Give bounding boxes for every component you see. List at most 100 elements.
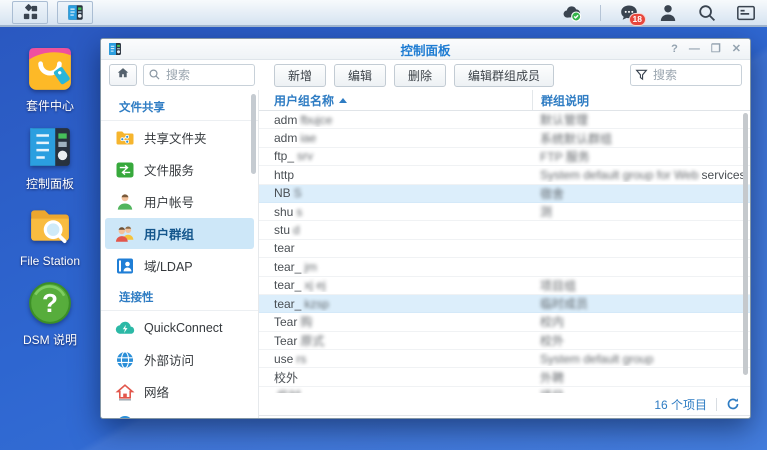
sidebar-item-network[interactable]: 网络	[105, 376, 254, 407]
table-row[interactable]: Tear购 校内	[259, 313, 750, 331]
window-titlebar[interactable]: 控制面板 ? — ❐ ✕	[101, 39, 750, 60]
sidebar-section-header[interactable]: 文件共享	[101, 92, 258, 121]
cell-group-name: stud	[259, 223, 532, 237]
network-icon	[115, 382, 135, 402]
cell-group-description	[532, 260, 750, 274]
notifications-button[interactable]: 18	[618, 2, 640, 24]
table-row[interactable]: admfbujce 默认管理	[259, 111, 750, 129]
desktop-icon-file-station[interactable]: File Station	[0, 203, 100, 268]
cell-group-description: System default group	[532, 352, 750, 366]
cell-group-description: 项目组	[532, 277, 750, 294]
cell-group-name: Tear购	[259, 313, 532, 330]
cell-group-description: 临时成员	[532, 295, 750, 312]
sidebar-item-domain-ldap[interactable]: 域/LDAP	[105, 250, 254, 281]
cell-group-description	[532, 223, 750, 237]
cloud-status-icon	[562, 3, 582, 23]
sidebar-item-label: 共享文件夹	[144, 128, 207, 147]
table-row[interactable]: tear_kzsp 临时成员	[259, 295, 750, 313]
desktop-icon-label: 套件中心	[26, 97, 74, 114]
delete-button[interactable]: 删除	[394, 64, 446, 87]
sync-status-button[interactable]	[561, 2, 583, 24]
table-row[interactable]: http System default group for Webservice…	[259, 166, 750, 184]
cell-group-name: NBS	[259, 186, 532, 200]
main-menu-icon	[22, 4, 39, 21]
sidebar-item-user-group[interactable]: 用户群组	[105, 218, 254, 249]
cell-group-name: admiae	[259, 131, 532, 145]
desktop-icon-label: DSM 说明	[23, 331, 77, 348]
table-row[interactable]: tear	[259, 240, 750, 258]
sidebar-scrollbar[interactable]	[251, 94, 256, 174]
sidebar-item-label: 域/LDAP	[144, 256, 193, 275]
sidebar-item-dhcp-server[interactable]: DHCP Server	[105, 408, 254, 418]
cell-group-description: 系统默认群组	[532, 130, 750, 147]
table-row[interactable]: Tear原式 校外	[259, 332, 750, 350]
taskbar-divider	[600, 5, 601, 21]
edit-button[interactable]: 编辑	[334, 64, 386, 87]
sidebar: 文件共享 共享文件夹 文件服务 用户帐号 用户群组 域/LDAP 连接性 Qui…	[101, 90, 259, 418]
cell-group-description: System default group for Webservices	[532, 168, 750, 182]
maximize-button[interactable]: ❐	[711, 44, 721, 55]
desktop-icon-package-center[interactable]: 套件中心	[0, 46, 100, 114]
sidebar-item-file-services[interactable]: 文件服务	[105, 154, 254, 185]
cell-group-name: ftp_srv	[259, 149, 532, 163]
sidebar-item-shared-folder[interactable]: 共享文件夹	[105, 122, 254, 153]
refresh-button[interactable]	[726, 397, 740, 411]
edit-group-members-button[interactable]: 编辑群组成员	[454, 64, 554, 87]
close-button[interactable]: ✕	[732, 44, 741, 55]
nav-search	[143, 64, 255, 86]
cell-group-name: 校外	[259, 369, 532, 386]
user-menu-button[interactable]	[657, 2, 679, 24]
table-row[interactable]: NBS 宿舍	[259, 185, 750, 203]
table-row[interactable]: tear_xj ej 项目组	[259, 277, 750, 295]
file-station-icon	[27, 203, 73, 249]
cell-group-name: shus	[259, 205, 532, 219]
notification-badge: 18	[629, 13, 646, 26]
filter-search	[630, 64, 742, 86]
filter-icon	[635, 68, 648, 81]
control-panel-mini-icon	[67, 4, 84, 21]
sidebar-item-label: 外部访问	[144, 350, 194, 369]
sidebar-item-user-account[interactable]: 用户帐号	[105, 186, 254, 217]
table-row[interactable]: users System default group	[259, 350, 750, 368]
column-header-group-name[interactable]: 用户组名称	[259, 92, 532, 109]
window-title: 控制面板	[101, 40, 750, 59]
table-row[interactable]: 校外 外聘	[259, 368, 750, 386]
add-button[interactable]: 新增	[274, 64, 326, 87]
widgets-button[interactable]	[735, 2, 757, 24]
sidebar-section: 连接性 QuickConnect 外部访问 网络 DHCP Server	[101, 282, 258, 418]
table-scrollbar[interactable]	[743, 113, 748, 375]
sidebar-item-label: DHCP Server	[144, 417, 219, 419]
user-icon	[658, 3, 678, 23]
dsm-help-icon: ?	[27, 280, 73, 326]
cell-group-description: 测	[532, 203, 750, 220]
global-search-button[interactable]	[696, 2, 718, 24]
sidebar-item-quickconnect[interactable]: QuickConnect	[105, 312, 254, 343]
table-footer: 16 个项目	[259, 393, 750, 415]
table-row[interactable]: admiae 系统默认群组	[259, 129, 750, 147]
table-row[interactable]: ftp_srv FTP 服务	[259, 148, 750, 166]
table-header: 用户组名称 群组说明	[259, 90, 750, 111]
minimize-button[interactable]: —	[689, 44, 700, 55]
desktop-icon-label: 控制面板	[26, 175, 74, 192]
taskbar-control-panel-button[interactable]	[57, 1, 93, 24]
table-row[interactable]: tear_jm	[259, 258, 750, 276]
desktop-icon-label: File Station	[20, 254, 80, 268]
main-menu-button[interactable]	[12, 1, 48, 24]
cell-group-name: tear_kzsp	[259, 297, 532, 311]
sidebar-item-external-access[interactable]: 外部访问	[105, 344, 254, 375]
external-access-icon	[115, 350, 135, 370]
table-row[interactable]: shus 测	[259, 203, 750, 221]
desktop-icon-control-panel[interactable]: 控制面板	[0, 124, 100, 192]
cell-group-name: http	[259, 168, 532, 182]
help-button[interactable]: ?	[671, 44, 678, 55]
user-group-icon	[115, 224, 135, 244]
dhcp-server-icon	[115, 414, 135, 419]
table-row[interactable]: stud	[259, 221, 750, 239]
home-button[interactable]	[109, 64, 137, 86]
sidebar-section: 文件共享 共享文件夹 文件服务 用户帐号 用户群组 域/LDAP	[101, 92, 258, 281]
sidebar-section-header[interactable]: 连接性	[101, 282, 258, 311]
cell-group-description	[532, 241, 750, 255]
sidebar-section-label: 文件共享	[119, 99, 165, 115]
column-header-group-description[interactable]: 群组说明	[532, 90, 750, 110]
desktop-icon-dsm-help[interactable]: ? DSM 说明	[0, 280, 100, 348]
